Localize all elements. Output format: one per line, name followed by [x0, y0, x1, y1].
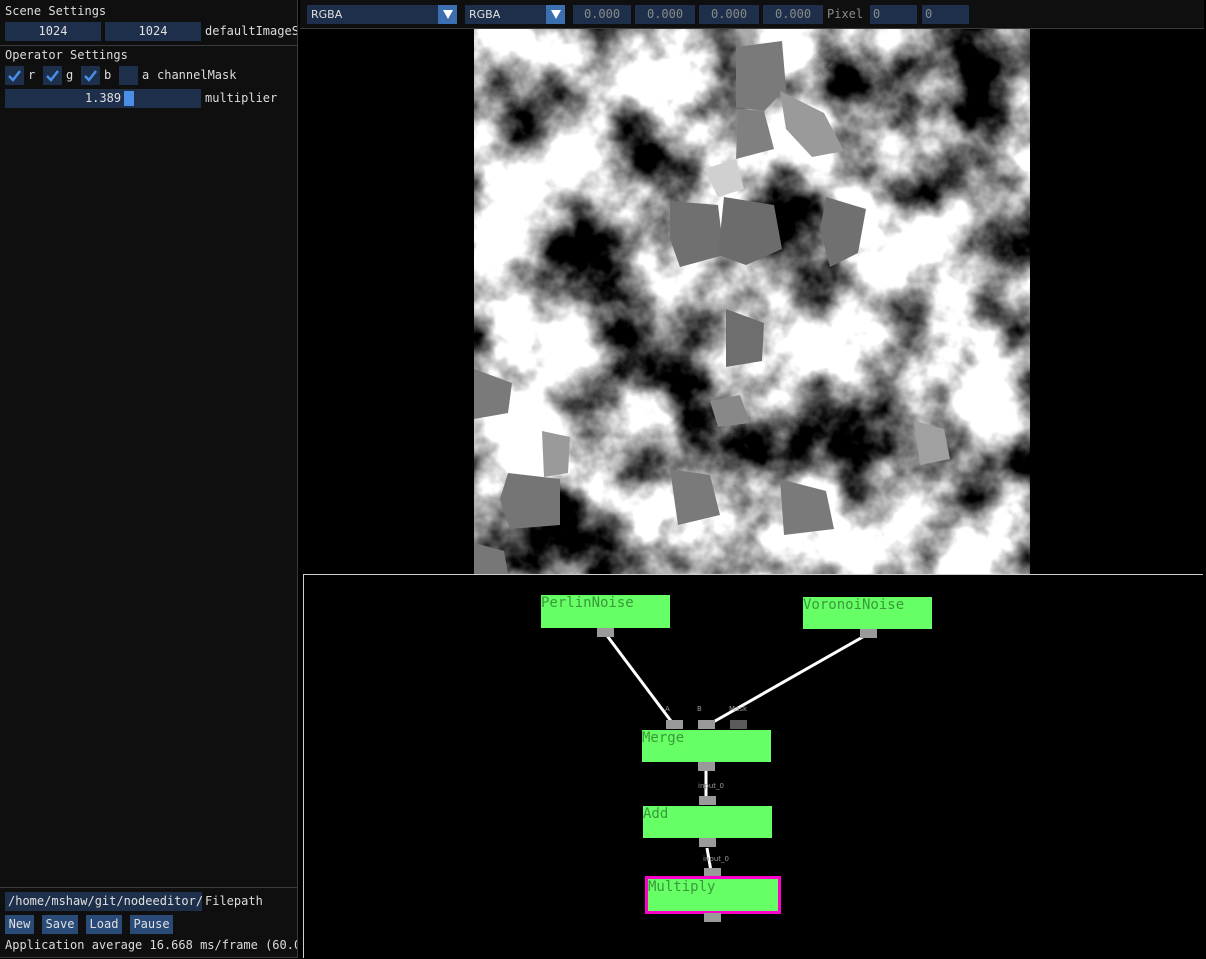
node-multiply[interactable]: Multiply	[645, 876, 781, 914]
channel-a-label: a	[142, 68, 150, 82]
pixel-x-field[interactable]: 0	[870, 5, 917, 24]
node-add[interactable]: Add	[643, 806, 772, 838]
settings-panel: Scene Settings 1024 1024 defaultImageS O…	[0, 0, 298, 958]
check-icon	[8, 70, 21, 82]
voronoi-output-pin[interactable]	[860, 629, 877, 638]
channel-g-checkbox[interactable]	[43, 66, 62, 85]
output-image	[474, 29, 1030, 574]
channel-b-label: b	[104, 68, 112, 82]
merge-input-a-label: A	[665, 705, 670, 713]
operator-settings-title: Operator Settings	[5, 48, 128, 62]
channel-g-label: g	[66, 68, 74, 82]
multiply-input-label: input_0	[703, 855, 729, 863]
merge-input-a-pin[interactable]	[666, 720, 683, 729]
chevron-down-icon[interactable]	[438, 5, 457, 24]
merge-input-mask-label: Mask	[729, 705, 748, 713]
section-divider	[0, 45, 297, 46]
pixel-value-a: 0.000	[763, 5, 823, 24]
multiplier-label: multiplier	[205, 91, 278, 105]
new-button[interactable]: New	[5, 915, 34, 934]
channel-r-label: r	[28, 68, 36, 82]
add-input-pin[interactable]	[699, 796, 716, 805]
pixel-value-g: 0.000	[635, 5, 695, 24]
multiply-output-pin[interactable]	[704, 913, 721, 922]
footer-divider	[0, 887, 297, 888]
channel-b-checkbox[interactable]	[81, 66, 100, 85]
format-a-value: RGBA	[311, 8, 343, 21]
node-voronoi-noise[interactable]: VoronoiNoise	[803, 597, 932, 629]
load-button[interactable]: Load	[86, 915, 122, 934]
add-output-pin[interactable]	[699, 838, 716, 847]
merge-input-mask-pin[interactable]	[730, 720, 747, 729]
perlin-output-pin[interactable]	[597, 628, 614, 637]
link-perlin-merge	[603, 632, 676, 726]
multiplier-slider[interactable]: 1.389	[5, 89, 201, 108]
pause-button[interactable]: Pause	[130, 915, 173, 934]
multiplier-value: 1.389	[84, 91, 122, 105]
pixel-label: Pixel	[827, 7, 864, 21]
merge-input-b-label: B	[697, 705, 702, 713]
filepath-label: Filepath	[205, 894, 263, 908]
image-height-field[interactable]: 1024	[105, 22, 201, 41]
image-viewer[interactable]	[300, 29, 1204, 574]
node-editor-canvas[interactable]: PerlinNoise VoronoiNoise A B Mask Merge …	[303, 574, 1203, 958]
channel-r-checkbox[interactable]	[5, 66, 24, 85]
merge-input-b-pin[interactable]	[698, 720, 715, 729]
save-button[interactable]: Save	[42, 915, 78, 934]
node-perlin-noise[interactable]: PerlinNoise	[541, 595, 670, 628]
default-image-size-label: defaultImageS	[205, 24, 298, 38]
format-a-dropdown[interactable]: RGBA	[307, 5, 457, 24]
frame-time-status: Application average 16.668 ms/frame (60.…	[5, 938, 298, 952]
filepath-input[interactable]: /home/mshaw/git/nodeeditor/.	[5, 892, 202, 911]
merge-output-pin[interactable]	[698, 762, 715, 771]
pixel-value-r: 0.000	[573, 5, 631, 24]
pixel-y-field[interactable]: 0	[922, 5, 969, 24]
check-icon	[46, 70, 59, 82]
check-icon	[84, 70, 97, 82]
channel-a-checkbox[interactable]	[119, 66, 138, 85]
pixel-value-b: 0.000	[699, 5, 759, 24]
multiplier-slider-grab[interactable]	[124, 91, 134, 106]
viewer-toolbar: RGBA RGBA 0.000 0.000 0.000 0.000 Pixel …	[300, 0, 1204, 29]
add-input-label: input_0	[698, 782, 724, 790]
format-b-dropdown[interactable]: RGBA	[465, 5, 565, 24]
format-b-value: RGBA	[469, 8, 501, 21]
node-merge[interactable]: Merge	[642, 730, 771, 762]
chevron-down-icon[interactable]	[546, 5, 565, 24]
scene-settings-title: Scene Settings	[5, 4, 107, 18]
image-width-field[interactable]: 1024	[5, 22, 101, 41]
channel-mask-label: channelMask	[157, 68, 237, 82]
